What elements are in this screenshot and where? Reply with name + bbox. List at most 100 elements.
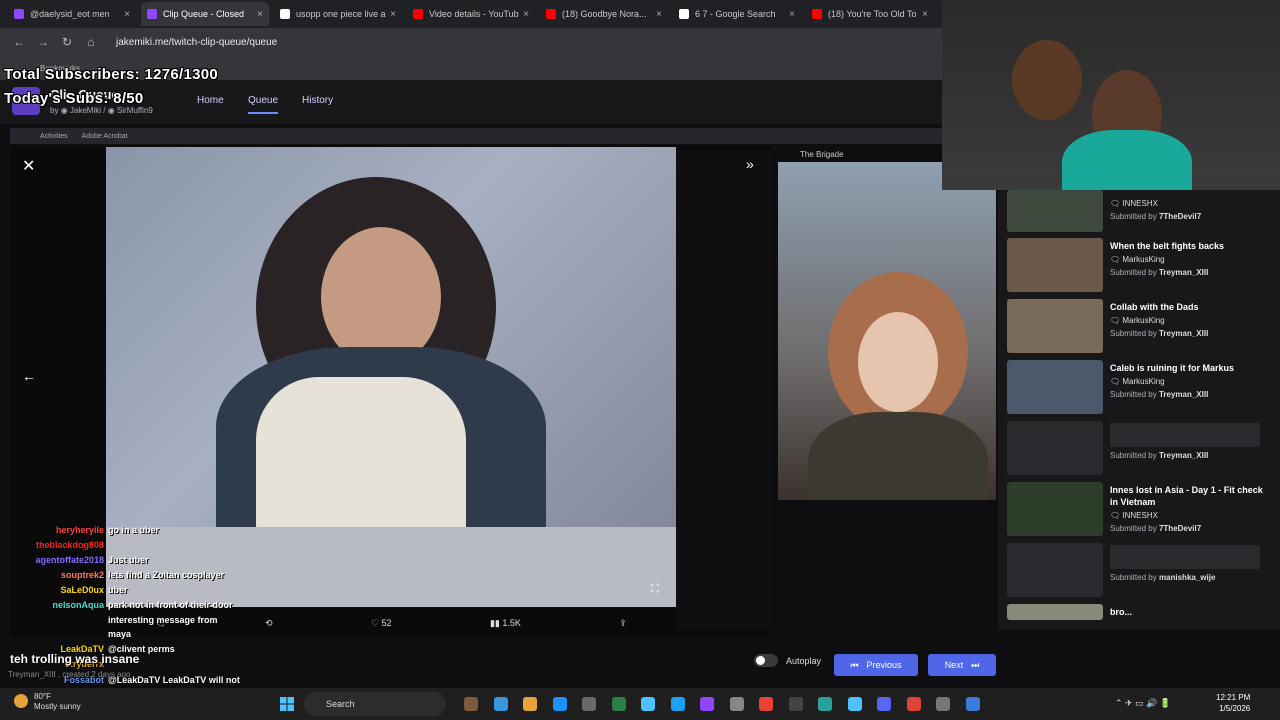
back-icon[interactable]: ← (8, 35, 30, 49)
tab-close-icon[interactable]: × (922, 9, 928, 20)
queue-item-thumbnail[interactable] (1007, 604, 1103, 620)
store-icon[interactable] (611, 697, 626, 711)
taskbar-search[interactable]: Search (304, 692, 446, 716)
close-icon[interactable]: ✕ (22, 156, 35, 176)
queue-item-thumbnail[interactable] (1007, 190, 1103, 232)
system-tray[interactable]: ⌃ ✈ ▭ 🔊 🔋 (1115, 698, 1171, 709)
chat-message: lets find a Zoltan cosplayer (108, 570, 225, 580)
browser-icon[interactable] (906, 697, 921, 711)
previous-button[interactable]: ⏮ Previous (834, 654, 918, 676)
clock-app-icon[interactable] (729, 697, 744, 711)
queue-item[interactable]: Submitted by manishka_wije (1007, 543, 1277, 599)
next-button[interactable]: Next ⏭ (928, 654, 996, 676)
tab-close-icon[interactable]: × (390, 9, 396, 20)
tab-label: (18) You're Too Old To (828, 9, 917, 19)
previous-label: Previous (866, 660, 902, 670)
submitted-by-label: Submitted by (1110, 329, 1157, 338)
home-icon[interactable]: ⌂ (80, 35, 102, 49)
author-link-1[interactable]: JakeMiki (70, 106, 101, 115)
browser-tab[interactable]: (18) Goodbye Nora... × (540, 2, 668, 26)
queue-item-thumbnail[interactable] (1007, 543, 1103, 597)
tab-favicon-icon (413, 9, 423, 19)
app-authors: by ◉ JakeMiki / ◉ SirMuffin9 (50, 106, 153, 115)
queue-item-thumbnail[interactable] (1007, 360, 1103, 414)
queue-item-submitted: Submitted by 7TheDevil7 (1110, 524, 1201, 533)
windows-start-icon[interactable] (280, 697, 294, 711)
chat-message: maya (108, 629, 132, 639)
edge-icon[interactable] (582, 697, 596, 711)
tab-close-icon[interactable]: × (656, 9, 662, 20)
next-label: Next (944, 660, 964, 670)
collapse-panel-icon[interactable]: » (746, 156, 754, 172)
author-link-2[interactable]: SirMuffin9 (117, 106, 153, 115)
chrome-icon[interactable] (759, 697, 773, 711)
excel-icon[interactable] (641, 697, 655, 711)
queue-item-thumbnail[interactable] (1007, 421, 1103, 475)
queue-item-thumbnail[interactable] (1007, 299, 1103, 353)
queue-item[interactable]: Collab with the Dads 🗨 MarkusKing Submitte… (1007, 299, 1277, 355)
queue-item[interactable]: Submitted by Treyman_XIII (1007, 421, 1277, 477)
view-count: 1.5K (502, 617, 521, 628)
copilot-icon[interactable] (523, 697, 537, 711)
arrow-left-icon[interactable]: ← (22, 368, 36, 384)
chat-line: souptrek2 lets find a Zoltan cosplayer (0, 570, 224, 580)
like-button[interactable]: ♡ 52 (371, 618, 392, 629)
tab-label: (18) Goodbye Nora... (562, 9, 647, 19)
submitted-by-label: Submitted by (1110, 573, 1157, 582)
twitch-icon[interactable] (700, 697, 714, 711)
files-icon[interactable] (552, 697, 567, 711)
url-text[interactable]: jakemiki.me/twitch-clip-queue/queue (116, 37, 277, 48)
tab-favicon-icon (812, 9, 822, 19)
settings-icon[interactable] (936, 697, 950, 711)
queue-item-thumbnail[interactable] (1007, 482, 1103, 536)
browser-tab[interactable]: Clip Queue - Closed × (141, 2, 269, 26)
browser-tab[interactable]: Video details - YouTube × (407, 2, 535, 26)
tab-close-icon[interactable]: × (789, 9, 795, 20)
browser-tab[interactable]: 6 7 - Google Search × (673, 2, 801, 26)
nav-home[interactable]: Home (197, 95, 224, 106)
taskview-icon[interactable] (493, 697, 508, 711)
clip-video[interactable]: ⛶ (106, 147, 676, 607)
tab-label: 6 7 - Google Search (695, 9, 776, 19)
tab-favicon-icon (679, 9, 689, 19)
queue-item-placeholder (1110, 545, 1260, 569)
browser-tab[interactable]: (18) You're Too Old To × (806, 2, 934, 26)
queue-item-thumbnail[interactable] (1007, 238, 1103, 292)
app-icon[interactable] (670, 697, 685, 711)
views-stat: ▮▮ 1.5K (489, 617, 521, 628)
notepad-icon[interactable] (818, 697, 832, 711)
taskbar-clock[interactable]: 12:21 PM 1/5/2026 (1216, 692, 1250, 714)
browser-tab[interactable]: @daelysid_eot men × (8, 2, 136, 26)
weather-widget[interactable]: 80°F Mostly sunny (34, 692, 81, 712)
streamer-webcam-2 (778, 162, 996, 500)
queue-item[interactable]: Innes lost in Asia - Day 1 - Fit check i… (1007, 482, 1277, 538)
acrobat-link[interactable]: Adobe Acrobat (82, 133, 128, 140)
nav-history[interactable]: History (302, 95, 333, 106)
fullscreen-icon[interactable]: ⛶ (651, 583, 659, 596)
queue-item-title: When the belt fights backs (1110, 241, 1225, 251)
autoplay-toggle[interactable] (754, 654, 778, 667)
app2-icon[interactable] (965, 697, 980, 711)
tab-close-icon[interactable]: × (124, 9, 130, 20)
cam2-body (808, 412, 988, 500)
submitter-name: manishka_wije (1158, 573, 1216, 582)
share-icon[interactable]: ⇪ (619, 618, 627, 629)
tab-close-icon[interactable]: × (257, 9, 263, 20)
reload-icon[interactable]: ↻ (56, 35, 78, 49)
activities-link[interactable]: Activities (40, 133, 68, 140)
forward-icon[interactable]: → (32, 35, 54, 49)
repost-icon[interactable]: ⟲ (265, 618, 273, 629)
media-icon[interactable] (788, 697, 803, 711)
tab-close-icon[interactable]: × (523, 9, 529, 20)
queue-item[interactable]: Caleb is ruining it for Markus 🗨 MarkusKi… (1007, 360, 1277, 416)
queue-item[interactable]: When the belt fights backs 🗨 MarkusKing Su… (1007, 238, 1277, 294)
weather-icon[interactable] (14, 694, 28, 708)
queue-item-submitted: Submitted by Treyman_XIII (1110, 329, 1208, 338)
explorer-icon[interactable] (464, 697, 478, 711)
photos-icon[interactable] (847, 697, 862, 711)
nav-queue[interactable]: Queue (248, 95, 279, 114)
browser-tab[interactable]: usopp one piece live ac × (274, 2, 402, 26)
discord-icon[interactable] (877, 697, 891, 711)
queue-item-channel: MarkusKing (1122, 255, 1165, 264)
queue-item[interactable]: bro... (1007, 604, 1277, 660)
